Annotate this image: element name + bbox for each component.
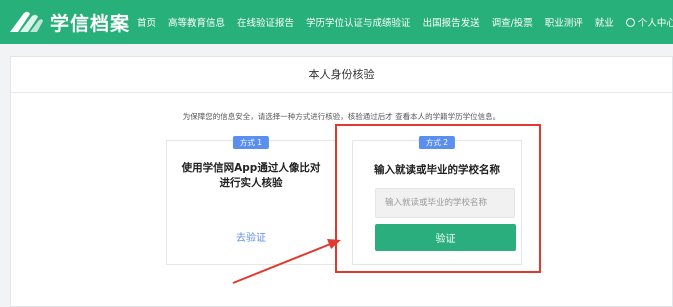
user-center-menu[interactable]: 个人中心 ▼ xyxy=(625,15,673,29)
nav-item-online-report[interactable]: 在线验证报告 xyxy=(237,15,294,29)
verification-panel: 本人身份核验 为保障您的信息安全，请选择一种方式进行核验，核验通过后才 查看本人… xyxy=(10,56,673,307)
nav-item-higher-education[interactable]: 高等教育信息 xyxy=(168,15,225,29)
school-name-input[interactable] xyxy=(375,188,515,218)
method-card-school: 方式 2 输入就读或毕业的学校名称 验证 xyxy=(352,136,522,265)
main-nav: 首页 高等教育信息 在线验证报告 学历学位认证与成绩验证 出国报告发送 调查/投… xyxy=(137,0,673,44)
nav-item-survey[interactable]: 调查/投票 xyxy=(492,15,533,29)
notice-text: 为保障您的信息安全，请选择一种方式进行核验，核验通过后才 查看本人的学籍学历学位… xyxy=(182,112,501,121)
top-nav-bar: 学信档案 首页 高等教育信息 在线验证报告 学历学位认证与成绩验证 出国报告发送… xyxy=(0,0,673,44)
nav-item-employment[interactable]: 就业 xyxy=(595,15,614,29)
method-title-app: 使用学信网App通过人像比对进行实人核验 xyxy=(181,162,321,189)
go-verify-link[interactable]: 去验证 xyxy=(167,229,335,244)
page-title: 本人身份核验 xyxy=(11,57,672,93)
logo-text: 学信档案 xyxy=(50,12,131,35)
nav-item-home[interactable]: 首页 xyxy=(137,15,156,29)
logo-icon xyxy=(8,10,44,34)
nav-item-overseas-report[interactable]: 出国报告发送 xyxy=(423,15,480,29)
method-badge-1: 方式 1 xyxy=(232,136,270,149)
user-icon xyxy=(625,17,635,27)
method-title-school: 输入就读或毕业的学校名称 xyxy=(374,164,500,176)
logo[interactable]: 学信档案 xyxy=(8,8,130,36)
verify-button[interactable]: 验证 xyxy=(375,224,516,251)
method-badge-2: 方式 2 xyxy=(418,136,456,149)
user-center-label: 个人中心 xyxy=(637,18,673,29)
nav-item-certification[interactable]: 学历学位认证与成绩验证 xyxy=(306,15,411,29)
nav-item-career-test[interactable]: 职业测评 xyxy=(545,15,583,29)
method-card-app: 方式 1 使用学信网App通过人像比对进行实人核验 去验证 xyxy=(166,136,336,265)
